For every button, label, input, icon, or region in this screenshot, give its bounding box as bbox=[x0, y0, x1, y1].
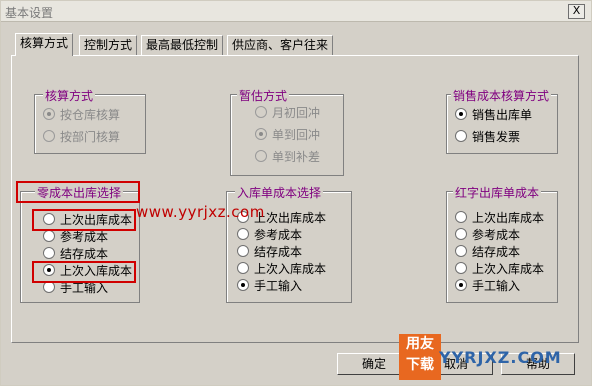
tab-max-min-control[interactable]: 最高最低控制 bbox=[141, 35, 224, 55]
tab-accounting-method[interactable]: 核算方式 bbox=[15, 33, 74, 56]
radio-reference-cost[interactable]: 参考成本 bbox=[43, 229, 108, 245]
radio-dot-icon bbox=[43, 108, 55, 120]
radio-dot-icon bbox=[455, 108, 467, 120]
radio-last-inbound-cost[interactable]: 上次入库成本 bbox=[455, 261, 544, 277]
radio-reference-cost[interactable]: 参考成本 bbox=[237, 227, 302, 243]
tab-control-method[interactable]: 控制方式 bbox=[79, 35, 138, 55]
radio-manual-input[interactable]: 手工输入 bbox=[237, 278, 302, 294]
radio-dot-icon bbox=[255, 128, 267, 140]
radio-by-department[interactable]: 按部门核算 bbox=[43, 129, 120, 145]
logo-text: YYRJXZ.COM bbox=[439, 348, 562, 367]
radio-dot-icon bbox=[43, 247, 55, 259]
radio-dot-icon bbox=[43, 130, 55, 142]
group-title: 入库单成本选择 bbox=[235, 184, 324, 201]
radio-dot-icon bbox=[455, 211, 467, 223]
radio-sales-invoice[interactable]: 销售发票 bbox=[455, 129, 520, 145]
radio-by-warehouse[interactable]: 按仓库核算 bbox=[43, 107, 120, 123]
radio-dot-icon bbox=[255, 150, 267, 162]
group-provisional: 暂估方式 月初回冲 单到回冲 单到补差 bbox=[230, 87, 344, 176]
radio-doc-difference[interactable]: 单到补差 bbox=[255, 149, 320, 165]
logo-line-1: 用友 bbox=[406, 336, 434, 352]
highlight-box-last-outbound bbox=[32, 209, 136, 231]
radio-dot-icon bbox=[455, 130, 467, 142]
group-red-outbound-cost: 红字出库单成本 上次出库成本 参考成本 结存成本 上次入库成本 手工输入 bbox=[446, 184, 558, 303]
group-zero-cost: 零成本出库选择 上次出库成本 参考成本 结存成本 上次入库成本 手工输入 bbox=[20, 184, 140, 303]
highlight-box-group-title bbox=[16, 181, 140, 203]
radio-doc-reverse[interactable]: 单到回冲 bbox=[255, 127, 320, 143]
group-title: 销售成本核算方式 bbox=[451, 87, 552, 104]
radio-dot-icon bbox=[237, 245, 249, 257]
radio-dot-icon bbox=[237, 228, 249, 240]
tab-supplier-customer[interactable]: 供应商、客户往来 bbox=[227, 35, 334, 55]
radio-balance-cost[interactable]: 结存成本 bbox=[43, 246, 108, 262]
site-logo: 用友 下载 bbox=[399, 334, 441, 380]
radio-dot-icon bbox=[255, 106, 267, 118]
radio-reference-cost[interactable]: 参考成本 bbox=[455, 227, 520, 243]
radio-dot-icon bbox=[455, 228, 467, 240]
radio-sales-outbound[interactable]: 销售出库单 bbox=[455, 107, 532, 123]
radio-month-start-reverse[interactable]: 月初回冲 bbox=[255, 105, 320, 121]
radio-dot-icon bbox=[455, 279, 467, 291]
group-accounting-method: 核算方式 按仓库核算 按部门核算 bbox=[34, 87, 146, 154]
radio-dot-icon bbox=[455, 262, 467, 274]
logo-line-2: 下载 bbox=[406, 357, 434, 373]
group-title: 暂估方式 bbox=[237, 87, 290, 104]
radio-balance-cost[interactable]: 结存成本 bbox=[237, 244, 302, 260]
radio-dot-icon bbox=[237, 279, 249, 291]
title-bar: 基本设置 X bbox=[1, 1, 591, 22]
radio-dot-icon bbox=[455, 245, 467, 257]
window-title: 基本设置 bbox=[5, 6, 54, 20]
radio-balance-cost[interactable]: 结存成本 bbox=[455, 244, 520, 260]
watermark-text: www.yyrjxz.com bbox=[136, 203, 265, 221]
tab-panel: 核算方式 按仓库核算 按部门核算 暂估方式 月初回冲 单到回冲 单到补差 销售成… bbox=[11, 55, 579, 343]
highlight-box-last-inbound bbox=[32, 261, 136, 283]
group-title: 核算方式 bbox=[43, 87, 96, 104]
close-button[interactable]: X bbox=[568, 4, 585, 19]
radio-last-inbound-cost[interactable]: 上次入库成本 bbox=[237, 261, 326, 277]
settings-window: 基本设置 X 核算方式 控制方式 最高最低控制 供应商、客户往来 核算方式 按仓… bbox=[0, 0, 592, 386]
radio-dot-icon bbox=[237, 262, 249, 274]
group-sales-cost: 销售成本核算方式 销售出库单 销售发票 bbox=[446, 87, 558, 154]
group-title: 红字出库单成本 bbox=[453, 184, 542, 201]
radio-last-outbound-cost[interactable]: 上次出库成本 bbox=[455, 210, 544, 226]
radio-dot-icon bbox=[43, 230, 55, 242]
radio-manual-input[interactable]: 手工输入 bbox=[455, 278, 520, 294]
